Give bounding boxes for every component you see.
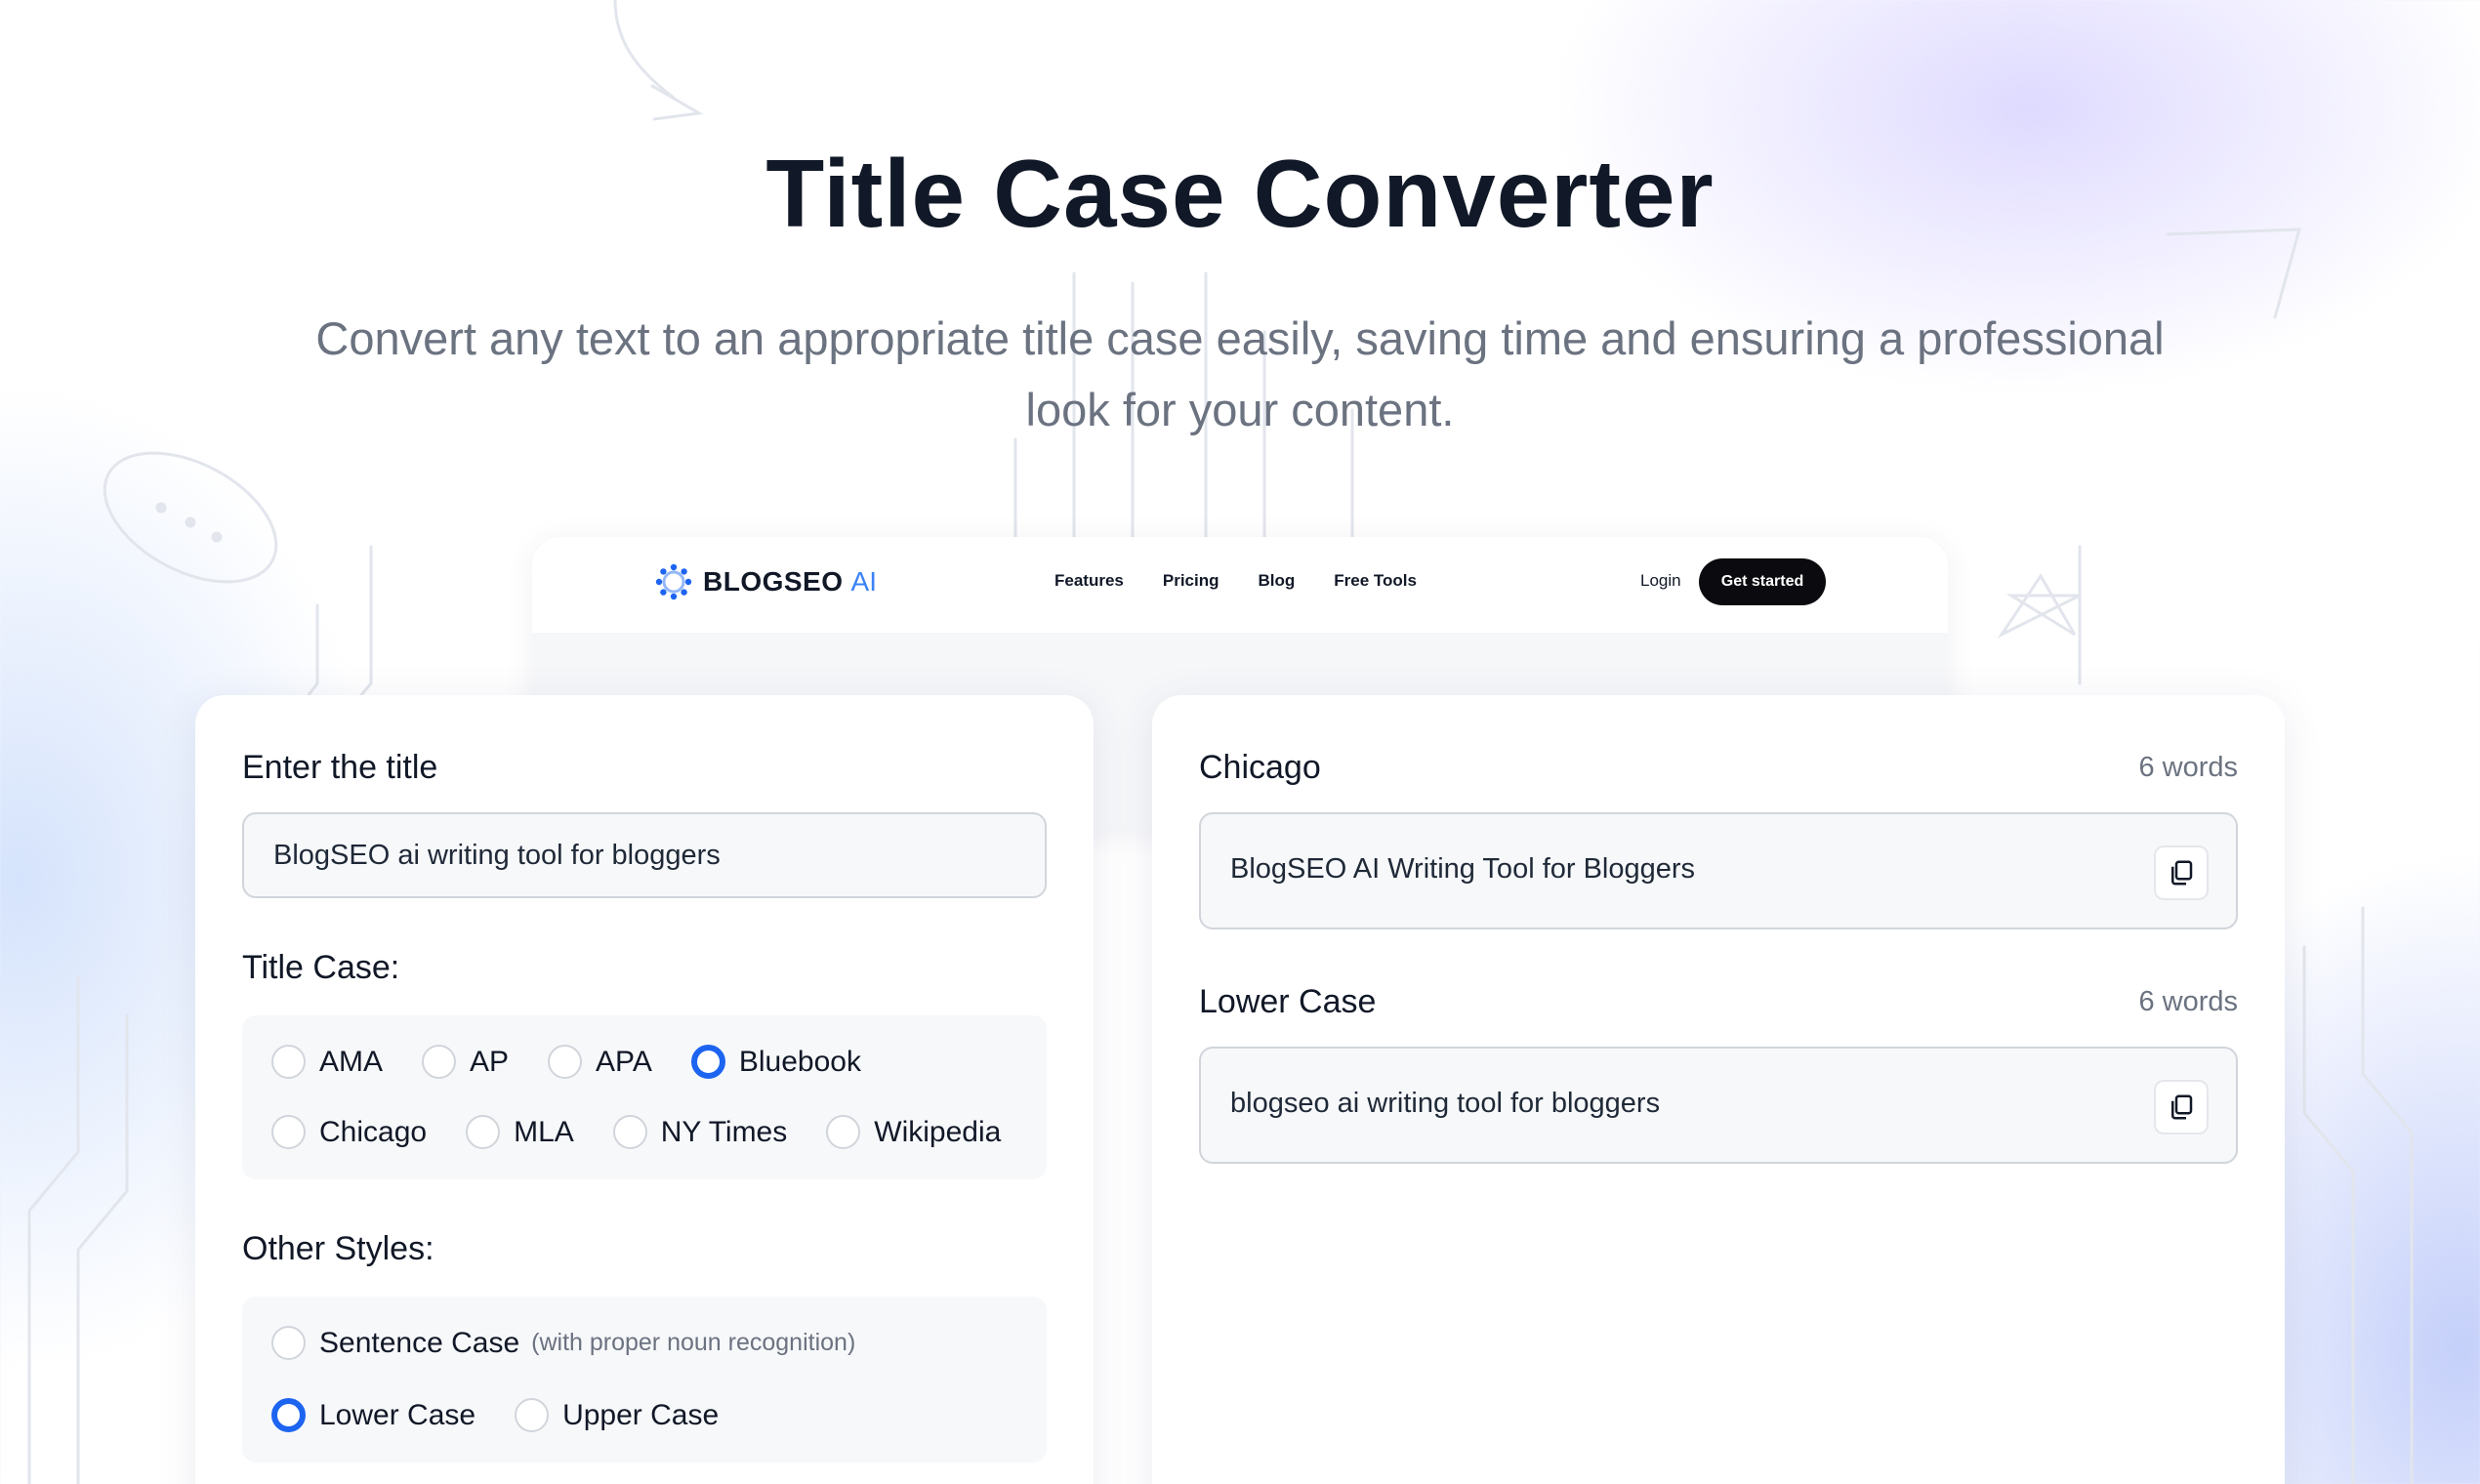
copy-button[interactable] <box>2154 1080 2209 1134</box>
option-label: Chicago <box>319 1115 428 1148</box>
radio-chicago[interactable] <box>271 1115 306 1149</box>
input-panel: Enter the title Title Case: AMA AP APA B… <box>195 695 1094 1484</box>
option-hint: (with proper noun recognition) <box>531 1329 856 1356</box>
option-upper-case[interactable]: Upper Case <box>515 1398 719 1432</box>
radio-lower-case[interactable] <box>271 1398 306 1432</box>
result-lower-case-count: 6 words <box>2138 986 2238 1017</box>
option-lower-case[interactable]: Lower Case <box>271 1398 475 1432</box>
option-label: AMA <box>319 1045 384 1078</box>
subtitle-line-2: look for your content. <box>1025 384 1455 435</box>
copy-icon <box>2171 1094 2193 1120</box>
brand-logo[interactable]: BLOGSEO AI <box>654 562 877 601</box>
nav-link-blog[interactable]: Blog <box>1259 571 1296 591</box>
other-styles-row-1: Sentence Case (with proper noun recognit… <box>271 1326 894 1360</box>
option-label: Lower Case <box>319 1398 476 1431</box>
option-mla[interactable]: MLA <box>466 1115 574 1149</box>
page-subtitle: Convert any text to an appropriate title… <box>244 303 2236 445</box>
result-chicago-count: 6 words <box>2138 752 2238 783</box>
other-styles-options: Sentence Case (with proper noun recognit… <box>242 1297 1047 1463</box>
result-chicago-box: BlogSEO AI Writing Tool for Bloggers <box>1199 812 2238 929</box>
option-bluebook[interactable]: Bluebook <box>690 1045 861 1079</box>
option-chicago[interactable]: Chicago <box>271 1115 427 1149</box>
result-lower-case-box: blogseo ai writing tool for bloggers <box>1199 1047 2238 1164</box>
title-input-label: Enter the title <box>242 749 438 786</box>
preview-navbar: BLOGSEO AI Features Pricing Blog Free To… <box>532 537 1948 633</box>
option-label: Upper Case <box>562 1398 720 1431</box>
result-chicago-text[interactable]: BlogSEO AI Writing Tool for Bloggers <box>1230 853 1695 886</box>
result-lower-case-text[interactable]: blogseo ai writing tool for bloggers <box>1230 1088 1660 1120</box>
radio-wikipedia[interactable] <box>826 1115 861 1149</box>
title-input[interactable] <box>242 812 1047 898</box>
nav-link-features[interactable]: Features <box>1054 571 1124 591</box>
result-lower-case-label: Lower Case <box>1199 983 1377 1020</box>
option-label: Wikipedia <box>874 1115 1002 1148</box>
other-styles-heading: Other Styles: <box>242 1230 434 1267</box>
result-chicago-label: Chicago <box>1199 749 1321 786</box>
option-label: Bluebook <box>738 1045 861 1078</box>
option-sentence-case[interactable]: Sentence Case (with proper noun recognit… <box>271 1326 855 1360</box>
option-wikipedia[interactable]: Wikipedia <box>826 1115 1001 1149</box>
radio-mla[interactable] <box>466 1115 501 1149</box>
radio-sentence-case[interactable] <box>271 1326 306 1360</box>
nav-link-pricing[interactable]: Pricing <box>1163 571 1219 591</box>
title-case-row-1: AMA AP APA Bluebook <box>271 1045 900 1079</box>
option-label: Sentence Case <box>319 1326 520 1359</box>
radio-ap[interactable] <box>422 1045 457 1079</box>
radio-ama[interactable] <box>271 1045 306 1079</box>
option-label: APA <box>596 1045 652 1078</box>
option-label: NY Times <box>660 1115 788 1148</box>
radio-upper-case[interactable] <box>515 1398 550 1432</box>
login-link[interactable]: Login <box>1640 571 1681 591</box>
option-ap[interactable]: AP <box>422 1045 509 1079</box>
option-label: AP <box>470 1045 510 1078</box>
radio-apa[interactable] <box>548 1045 583 1079</box>
page-title: Title Case Converter <box>765 140 1715 247</box>
radio-ny-times[interactable] <box>612 1115 647 1149</box>
logo-icon <box>655 563 692 600</box>
copy-button[interactable] <box>2154 845 2209 900</box>
option-ny-times[interactable]: NY Times <box>612 1115 788 1149</box>
option-label: MLA <box>514 1115 574 1148</box>
copy-icon <box>2171 860 2193 886</box>
other-styles-row-2: Lower Case Upper Case <box>271 1398 758 1432</box>
results-panel: Chicago 6 words BlogSEO AI Writing Tool … <box>1152 695 2285 1484</box>
brand-name: BLOGSEO <box>703 566 844 597</box>
title-case-options: AMA AP APA Bluebook Chicago MLA NY Times… <box>242 1015 1047 1179</box>
title-case-row-2: Chicago MLA NY Times Wikipedia <box>271 1115 1040 1149</box>
radio-bluebook[interactable] <box>690 1045 725 1079</box>
preview-nav-links: Features Pricing Blog Free Tools <box>1054 571 1456 591</box>
title-case-heading: Title Case: <box>242 949 400 986</box>
brand-suffix: AI <box>850 566 877 597</box>
option-ama[interactable]: AMA <box>271 1045 383 1079</box>
subtitle-line-1: Convert any text to an appropriate title… <box>315 312 2165 364</box>
nav-link-free-tools[interactable]: Free Tools <box>1334 571 1417 591</box>
get-started-button[interactable]: Get started <box>1699 558 1826 605</box>
option-apa[interactable]: APA <box>548 1045 652 1079</box>
